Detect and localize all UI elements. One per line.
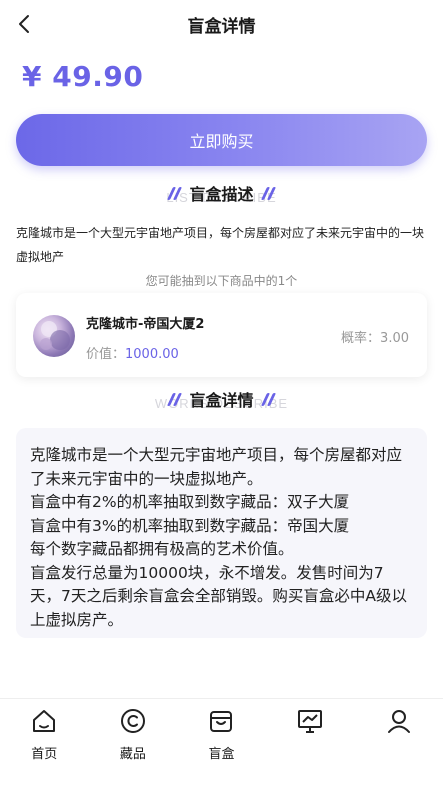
prize-value-label: 价值： xyxy=(86,347,126,362)
section-detail-title: 盲盒详情 xyxy=(189,391,254,410)
tab-home-label: 首页 xyxy=(31,747,58,762)
prize-value: 价值：1000.00 xyxy=(86,343,179,362)
decor-slash-icon xyxy=(260,186,276,200)
decor-slash-icon xyxy=(167,186,183,200)
section-describe-header: LIST DESCRIBE 盲盒描述 xyxy=(0,178,443,208)
page-title: 盲盒详情 xyxy=(187,16,256,37)
tab-market[interactable] xyxy=(266,699,355,790)
detail-line: 盲盒中有2%的机率抽取到数字藏品：双子大厦 xyxy=(30,493,350,511)
tab-profile[interactable] xyxy=(354,699,443,790)
blindbox-description: 克隆城市是一个大型元宇宙地产项目，每个房屋都对应了未来元宇宙中的一块虚拟地产 xyxy=(16,226,425,264)
bottom-tabbar: 首页 藏品 盲盒 xyxy=(0,698,443,790)
tab-collection-label: 藏品 xyxy=(119,747,146,762)
prize-card[interactable]: 克隆城市-帝国大厦2 价值：1000.00 概率：3.00 xyxy=(16,293,427,377)
prize-value-number: 1000.00 xyxy=(125,347,179,362)
chevron-left-icon xyxy=(19,15,29,33)
header-bar: 盲盒详情 xyxy=(0,0,443,48)
buy-now-button[interactable]: 立即购买 xyxy=(16,114,427,166)
prize-hint: 您可能抽到以下商品中的1个 xyxy=(145,274,298,288)
decor-slash-icon xyxy=(260,392,276,406)
box-icon xyxy=(210,711,233,732)
tab-blindbox-label: 盲盒 xyxy=(208,747,235,762)
detail-box: 克隆城市是一个大型元宇宙地产项目，每个房屋都对应了未来元宇宙中的一块虚拟地产。 … xyxy=(16,428,427,638)
section-describe-title: 盲盒描述 xyxy=(189,185,254,204)
tab-home[interactable]: 首页 xyxy=(0,699,89,790)
detail-line: 每个数字藏品都拥有极高的艺术价值。 xyxy=(30,540,294,558)
back-button[interactable] xyxy=(10,10,38,38)
tab-blindbox[interactable]: 盲盒 xyxy=(177,699,266,790)
chart-icon xyxy=(298,710,323,733)
prize-name: 克隆城市-帝国大厦2 xyxy=(86,317,205,332)
section-detail-header: WORKS DESCRIBE 盲盒详情 xyxy=(0,384,443,414)
copyright-icon xyxy=(120,709,145,733)
prize-thumbnail xyxy=(33,315,75,357)
price-label: ¥ 49.90 xyxy=(22,60,144,93)
decor-slash-icon xyxy=(167,392,183,406)
user-icon xyxy=(387,710,410,733)
tab-collection[interactable]: 藏品 xyxy=(89,699,178,790)
detail-line: 盲盒发行总量为10000块，永不增发。发售时间为7天，7天之后剩余盲盒会全部销毁… xyxy=(30,563,407,629)
home-icon xyxy=(33,710,56,732)
detail-line: 克隆城市是一个大型元宇宙地产项目，每个房屋都对应了未来元宇宙中的一块虚拟地产。 xyxy=(30,446,403,488)
prize-rate: 概率：3.00 xyxy=(341,331,409,346)
detail-line: 盲盒中有3%的机率抽取到数字藏品：帝国大厦 xyxy=(30,516,350,535)
